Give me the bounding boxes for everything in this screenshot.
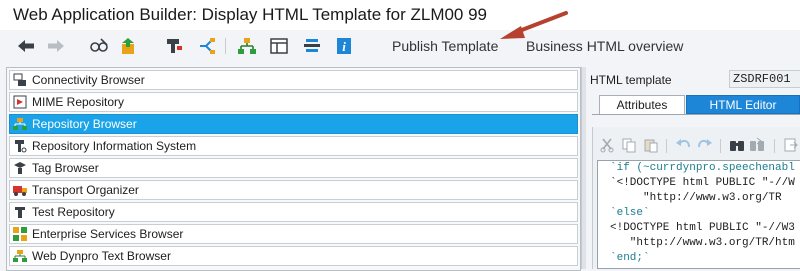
find-icon[interactable]: [727, 135, 747, 155]
browser-item-connectivity[interactable]: Connectivity Browser: [9, 70, 578, 90]
object-browser-list: Connectivity Browser MIME Repository Rep…: [6, 67, 581, 271]
tab-html-editor[interactable]: HTML Editor: [686, 95, 800, 114]
html-template-field[interactable]: ZSDRF001: [729, 70, 800, 88]
browser-item-label: MIME Repository: [32, 95, 125, 109]
browser-item-tag[interactable]: Tag Browser: [9, 158, 578, 178]
paste-icon[interactable]: [641, 135, 661, 155]
display-change-icon[interactable]: [88, 35, 110, 57]
browser-item-enterprise-services[interactable]: Enterprise Services Browser: [9, 224, 578, 244]
editor-separator: [666, 139, 667, 153]
code-line: `else`: [610, 207, 650, 219]
browser-item-test-repository[interactable]: Test Repository: [9, 202, 578, 222]
title-bar: Web Application Builder: Display HTML Te…: [0, 0, 800, 30]
info-icon[interactable]: i: [333, 35, 355, 57]
browser-item-repository[interactable]: Repository Browser: [9, 114, 578, 134]
enterprise-services-icon: [12, 226, 28, 242]
business-html-overview-button[interactable]: Business HTML overview: [526, 38, 683, 54]
template-panel: HTML template ZSDRF001 Attributes HTML E…: [586, 67, 800, 269]
tag-icon: [12, 160, 28, 176]
transport-icon: [12, 182, 28, 198]
html-editor: `if (~currdynpro.speechenabl `<!DOCTYPE h…: [592, 127, 800, 269]
code-line: `if (~currdynpro.speechenabl: [610, 162, 795, 174]
code-line: "http://www.w3.org/TR: [610, 192, 782, 204]
browser-item-mime[interactable]: MIME Repository: [9, 92, 578, 112]
browser-item-label: Test Repository: [32, 205, 115, 219]
code-line: <!DOCTYPE html PUBLIC "-//W3: [610, 222, 795, 234]
editor-separator: [720, 139, 721, 153]
html-code-editor[interactable]: `if (~currdynpro.speechenabl `<!DOCTYPE h…: [597, 160, 800, 269]
web-dynpro-icon: [12, 248, 28, 264]
find-next-icon[interactable]: [747, 135, 767, 155]
tab-attributes[interactable]: Attributes: [599, 95, 685, 114]
back-icon[interactable]: [15, 35, 37, 57]
svg-text:i: i: [342, 39, 346, 54]
browser-item-label: Repository Browser: [32, 117, 137, 131]
cut-icon[interactable]: [597, 135, 617, 155]
browser-item-repository-info-system[interactable]: Repository Information System: [9, 136, 578, 156]
mime-icon: [12, 94, 28, 110]
info-system-icon: [12, 138, 28, 154]
pretty-printer-icon[interactable]: [301, 35, 323, 57]
hierarchy-icon[interactable]: [236, 35, 258, 57]
redo-icon[interactable]: [695, 135, 715, 155]
undo-icon[interactable]: [673, 135, 693, 155]
forward-icon[interactable]: [45, 35, 67, 57]
copy-icon[interactable]: [619, 135, 639, 155]
editor-separator: [774, 139, 775, 153]
browser-item-label: Tag Browser: [32, 161, 99, 175]
repository-icon: [12, 116, 28, 132]
layout-icon[interactable]: [268, 35, 290, 57]
code-line: "http://www.w3.org/TR/htm: [610, 237, 795, 249]
insert-icon[interactable]: [781, 135, 800, 155]
browser-item-label: Transport Organizer: [32, 183, 139, 197]
browser-item-transport-organizer[interactable]: Transport Organizer: [9, 180, 578, 200]
publish-template-button[interactable]: Publish Template: [392, 38, 498, 54]
browser-item-label: Repository Information System: [32, 139, 197, 153]
html-template-label: HTML template: [590, 73, 672, 87]
test-icon: [12, 204, 28, 220]
browser-item-label: Enterprise Services Browser: [32, 227, 184, 241]
application-toolbar: i Publish Template Business HTML overvie…: [0, 30, 800, 63]
code-line: `<!DOCTYPE html PUBLIC "-//W: [610, 177, 795, 189]
navigation-icon[interactable]: [196, 35, 218, 57]
code-line: `end;`: [610, 252, 650, 264]
activate-icon[interactable]: [118, 35, 140, 57]
browser-item-label: Web Dynpro Text Browser: [32, 249, 171, 263]
where-used-icon[interactable]: [163, 35, 185, 57]
toolbar-separator: [225, 38, 226, 54]
browser-item-label: Connectivity Browser: [32, 73, 145, 87]
connectivity-icon: [12, 72, 28, 88]
browser-item-web-dynpro-text[interactable]: Web Dynpro Text Browser: [9, 246, 578, 266]
window-title: Web Application Builder: Display HTML Te…: [13, 5, 488, 24]
